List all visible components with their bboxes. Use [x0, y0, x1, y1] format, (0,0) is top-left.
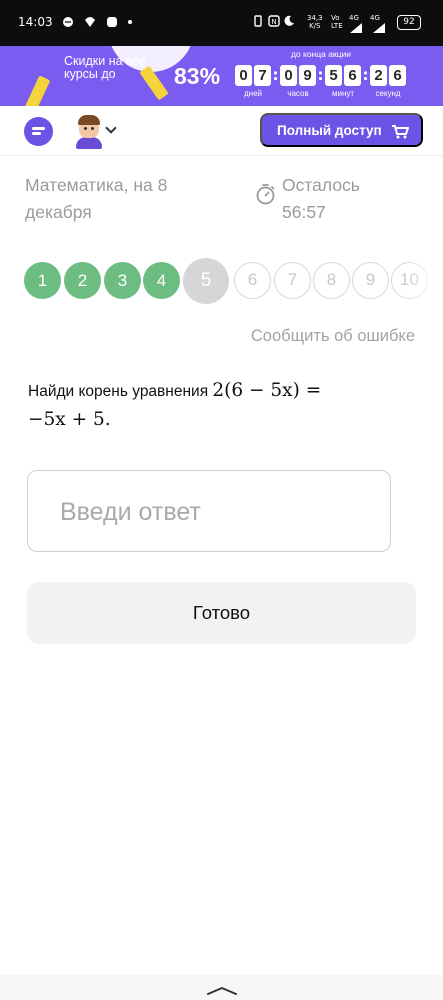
timer-digit: 2	[370, 65, 387, 86]
progress-dot-done[interactable]: 2	[64, 262, 101, 299]
done-button[interactable]: Готово	[27, 582, 416, 644]
countdown-timer: 0 7 дней : 0 9 часов : 5 6 минут : 2 6 с…	[235, 65, 406, 98]
question-progress: 1 2 3 4 5 6 7 8 9 10	[24, 258, 443, 304]
test-subject: Математика, на 8 декабря	[25, 175, 168, 222]
timer-digit: 9	[299, 65, 316, 86]
system-icons: N	[252, 14, 295, 27]
signal-gen-label: 4G	[370, 14, 380, 22]
timer-digit: 0	[235, 65, 252, 86]
network-speed: 34,3 K/S	[307, 14, 323, 30]
timer-seconds: 2 6 секунд	[370, 65, 406, 98]
timer-colon: :	[272, 66, 279, 84]
equation-part-1: 2(6 − 5x) =	[212, 380, 322, 401]
timer-digit: 7	[254, 65, 271, 86]
signal-icon-2	[373, 23, 385, 33]
progress-dot-current[interactable]: 5	[183, 258, 229, 304]
chat-notification-icon	[63, 16, 73, 27]
moon-icon	[284, 15, 294, 26]
time-remaining: Осталось 56:57	[282, 172, 360, 226]
question-prefix: Найди корень уравнения	[28, 383, 213, 400]
answer-field[interactable]	[27, 470, 391, 552]
progress-dot-todo[interactable]: 7	[274, 262, 311, 299]
timer-digit: 0	[280, 65, 297, 86]
timer-label: секунд	[375, 89, 401, 98]
time-remaining-label: Осталось	[282, 175, 360, 195]
timer-hours: 0 9 часов	[280, 65, 316, 98]
promo-banner[interactable]: Скидки на все курсы до 83% до конца акци…	[0, 46, 443, 106]
timer-digit: 5	[325, 65, 342, 86]
nfc-icon: N	[267, 15, 280, 27]
dot-icon	[128, 19, 133, 24]
volte-label: Vo	[331, 14, 340, 22]
progress-dot-todo[interactable]: 8	[313, 262, 350, 299]
progress-fade	[403, 258, 443, 304]
equation-part-2: −5x + 5.	[28, 409, 111, 430]
volte-indicator: Vo LTE	[331, 14, 343, 30]
report-error-link[interactable]: Сообщить об ошибке	[251, 327, 415, 346]
svg-text:N: N	[271, 18, 276, 26]
timer-colon: :	[317, 66, 324, 84]
status-time: 14:03	[18, 15, 53, 29]
system-nav-bar	[0, 975, 443, 1000]
timer-label: часов	[287, 89, 309, 98]
timer-minutes: 5 6 минут	[325, 65, 361, 98]
network-speed-value: 34,3	[307, 14, 323, 22]
cart-icon	[392, 125, 409, 139]
avatar[interactable]	[74, 115, 106, 149]
progress-dot-todo[interactable]: 6	[234, 262, 271, 299]
progress-dot-done[interactable]: 3	[104, 262, 141, 299]
lte-label: LTE	[331, 22, 343, 30]
status-bar: 14:03 N 34,3 K/S Vo LTE 4G 4G 92	[0, 0, 443, 46]
timer-digit: 6	[344, 65, 361, 86]
timer-digit: 6	[389, 65, 406, 86]
progress-dot-todo[interactable]: 9	[352, 262, 389, 299]
full-access-label: Полный доступ	[277, 122, 382, 138]
full-access-button[interactable]: Полный доступ	[260, 113, 423, 147]
answer-input[interactable]	[60, 491, 360, 533]
banner-text: Скидки на все курсы до	[64, 54, 146, 81]
app-header: Полный доступ	[0, 106, 443, 156]
timer-label: дней	[243, 89, 262, 98]
battery-icon: 92	[397, 15, 421, 30]
banner-ribbon-left	[21, 75, 51, 106]
vibrate-icon	[254, 15, 262, 27]
chevron-down-icon[interactable]	[105, 122, 117, 134]
chevron-up-icon[interactable]	[206, 986, 238, 996]
progress-dot-done[interactable]: 4	[143, 262, 180, 299]
question-text: Найди корень уравнения 2(6 − 5x) = −5x +…	[28, 377, 388, 435]
progress-dot-done[interactable]: 1	[24, 262, 61, 299]
stopwatch-icon	[256, 184, 275, 205]
network-speed-unit: K/S	[309, 22, 321, 30]
notification-icons	[62, 14, 133, 28]
timer-colon: :	[362, 66, 369, 84]
banner-percent: 83%	[174, 63, 221, 89]
vk-notification-icon	[106, 16, 117, 27]
banner-until-label: до конца акции	[290, 49, 352, 59]
time-remaining-value: 56:57	[282, 202, 326, 222]
signal-icon	[350, 23, 362, 33]
apps-notification-icon	[84, 16, 95, 27]
timer-days: 0 7 дней	[235, 65, 271, 98]
timer-label: минут	[331, 89, 355, 98]
chat-icon[interactable]	[24, 117, 53, 146]
net-gen-label: 4G	[349, 14, 359, 22]
